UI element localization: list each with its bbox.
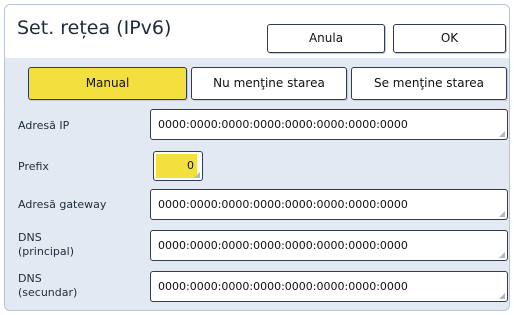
ip-address-value: 0000:0000:0000:0000:0000:0000:0000:0000: [158, 118, 408, 131]
prefix-field[interactable]: 0: [153, 151, 203, 181]
ip-address-field[interactable]: 0000:0000:0000:0000:0000:0000:0000:0000: [150, 109, 508, 140]
resize-grip-icon: [194, 172, 200, 178]
dns-primary-label: DNS (principal): [18, 231, 74, 259]
prefix-value: 0: [156, 154, 197, 178]
gateway-label: Adresă gateway: [18, 198, 107, 211]
dns-secondary-value: 0000:0000:0000:0000:0000:0000:0000:0000: [158, 280, 408, 293]
dns-secondary-label-line2: (secundar): [18, 286, 78, 299]
dialog-title: Set. rețea (IPv6): [17, 17, 172, 39]
dns-primary-value: 0000:0000:0000:0000:0000:0000:0000:0000: [158, 239, 408, 252]
mode-no-keep-state-button[interactable]: Nu menţine starea: [191, 67, 347, 100]
mode-manual-button[interactable]: Manual: [28, 67, 187, 100]
dns-primary-label-line1: DNS: [18, 231, 42, 244]
ip-address-label: Adresă IP: [18, 119, 70, 132]
resize-grip-icon: [499, 131, 505, 137]
dialog-window: Set. rețea (IPv6) Anula OK Manual Nu men…: [4, 4, 510, 311]
resize-grip-icon: [499, 293, 505, 299]
dns-primary-label-line2: (principal): [18, 245, 74, 258]
gateway-field[interactable]: 0000:0000:0000:0000:0000:0000:0000:0000: [150, 189, 508, 220]
dns-primary-field[interactable]: 0000:0000:0000:0000:0000:0000:0000:0000: [150, 230, 508, 261]
dns-secondary-field[interactable]: 0000:0000:0000:0000:0000:0000:0000:0000: [150, 271, 508, 302]
ok-button[interactable]: OK: [393, 24, 506, 53]
dns-secondary-label: DNS (secundar): [18, 272, 77, 300]
cancel-button[interactable]: Anula: [267, 24, 385, 53]
resize-grip-icon: [499, 211, 505, 217]
gateway-value: 0000:0000:0000:0000:0000:0000:0000:0000: [158, 198, 408, 211]
dialog-header: Set. rețea (IPv6) Anula OK: [5, 5, 509, 58]
mode-keep-state-button[interactable]: Se menţine starea: [351, 67, 507, 100]
dns-secondary-label-line1: DNS: [18, 272, 42, 285]
resize-grip-icon: [499, 252, 505, 258]
prefix-label: Prefix: [18, 160, 49, 173]
